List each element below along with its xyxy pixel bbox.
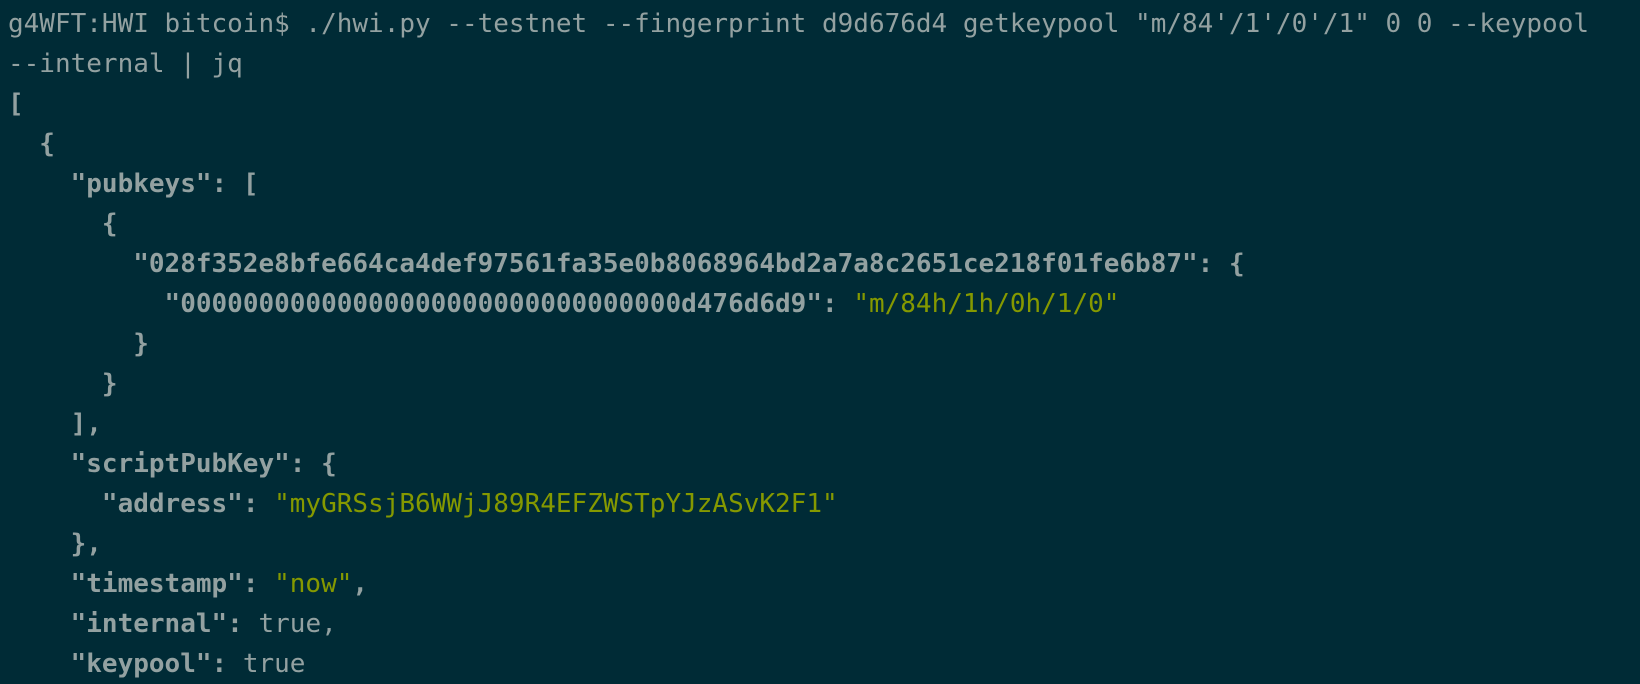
json-line: "028f352e8bfe664ca4def97561fa35e0b806896… xyxy=(8,244,1640,284)
array-close: ], xyxy=(70,409,102,439)
pubkeys-open: : [ xyxy=(211,169,259,199)
array-open: [ xyxy=(8,89,24,119)
json-line: "timestamp": "now", xyxy=(8,564,1640,604)
internal-key: "internal" xyxy=(70,609,228,639)
object-close: }, xyxy=(70,529,102,559)
json-line: "keypool": true xyxy=(8,644,1640,684)
json-line: [ xyxy=(8,84,1640,124)
json-line: "pubkeys": [ xyxy=(8,164,1640,204)
json-line: }, xyxy=(8,524,1640,564)
scriptpubkey-key: "scriptPubKey" xyxy=(70,449,290,479)
colon: : xyxy=(211,649,243,679)
internal-value: true, xyxy=(258,609,337,639)
command-line: g4WFT:HWI bitcoin$ ./hwi.py --testnet --… xyxy=(8,4,1640,44)
command-line-continued: --internal | jq xyxy=(8,44,1640,84)
colon: : xyxy=(242,489,275,519)
pubkeys-key: "pubkeys" xyxy=(70,169,212,199)
colon: : xyxy=(242,569,275,599)
pubkey-hex-key: "028f352e8bfe664ca4def97561fa35e0b806896… xyxy=(133,249,1198,279)
timestamp-key: "timestamp" xyxy=(70,569,243,599)
comma: , xyxy=(352,569,369,599)
scriptpubkey-open: : { xyxy=(289,449,337,479)
json-line: { xyxy=(8,124,1640,164)
json-line: { xyxy=(8,204,1640,244)
colon: : xyxy=(227,609,259,639)
json-line: } xyxy=(8,364,1640,404)
close-brace: } xyxy=(133,329,149,359)
object-open: { xyxy=(8,129,55,159)
terminal-window[interactable]: g4WFT:HWI bitcoin$ ./hwi.py --testnet --… xyxy=(0,0,1640,682)
json-line: } xyxy=(8,324,1640,364)
command-text-continued: --internal | jq xyxy=(8,49,243,79)
fingerprint-key: "00000000000000000000000000000000d476d6d… xyxy=(164,289,822,319)
json-line: "address": "myGRSsjB6WWjJ89R4EFZWSTpYJzA… xyxy=(8,484,1640,524)
json-line: "00000000000000000000000000000000d476d6d… xyxy=(8,284,1640,324)
address-value: "myGRSsjB6WWjJ89R4EFZWSTpYJzASvK2F1" xyxy=(274,489,838,519)
close-brace: } xyxy=(101,369,118,399)
address-key: "address" xyxy=(101,489,243,519)
pubkey-object-open: : { xyxy=(1197,249,1245,279)
keypool-key: "keypool" xyxy=(70,649,212,679)
inner-object-open: { xyxy=(101,209,118,239)
json-line: "internal": true, xyxy=(8,604,1640,644)
shell-prompt: g4WFT:HWI bitcoin$ xyxy=(8,9,306,39)
json-line: "scriptPubKey": { xyxy=(8,444,1640,484)
derivation-path-value: "m/84h/1h/0h/1/0" xyxy=(853,289,1120,319)
command-text: ./hwi.py --testnet --fingerprint d9d676d… xyxy=(305,9,1589,39)
timestamp-value: "now" xyxy=(274,569,353,599)
colon: : xyxy=(822,289,854,319)
keypool-value: true xyxy=(242,649,306,679)
json-line: ], xyxy=(8,404,1640,444)
